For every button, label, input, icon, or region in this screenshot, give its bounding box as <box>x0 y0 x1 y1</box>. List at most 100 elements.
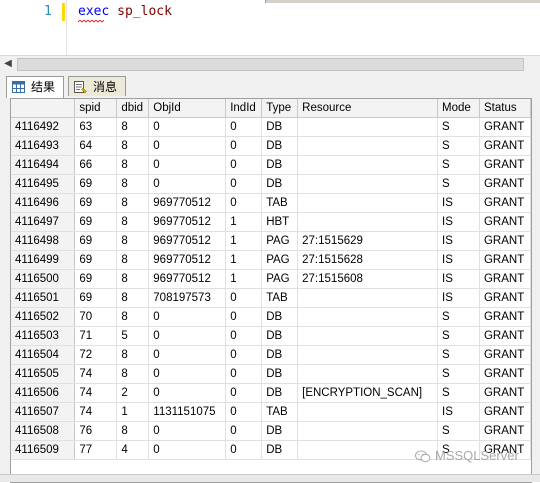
table-cell[interactable]: 0 <box>225 288 263 308</box>
table-row[interactable]: 4116506 74 2 0 0 DB [ENCRYPTION_SCAN] S GRANT <box>11 383 531 403</box>
table-cell[interactable]: IS <box>437 288 480 308</box>
table-cell[interactable]: 74 <box>74 402 118 422</box>
table-cell[interactable]: S <box>437 136 480 156</box>
table-cell[interactable]: GRANT <box>479 250 531 270</box>
table-cell[interactable]: 71 <box>74 326 118 346</box>
table-cell[interactable]: 69 <box>74 269 118 289</box>
tab-messages[interactable]: 消息 <box>68 76 126 96</box>
table-cell[interactable]: 969770512 <box>148 250 227 270</box>
table-cell[interactable] <box>297 326 439 346</box>
table-cell[interactable]: 0 <box>225 421 263 441</box>
table-cell[interactable]: GRANT <box>479 288 531 308</box>
column-header-dbid[interactable]: dbid <box>116 99 150 118</box>
table-row[interactable]: 4116495 69 8 0 0 DB S GRANT <box>11 174 531 194</box>
row-header[interactable]: 4116498 <box>11 231 76 251</box>
table-cell[interactable]: 0 <box>225 136 263 156</box>
table-cell[interactable]: 708197573 <box>148 288 227 308</box>
table-row[interactable]: 4116500 69 8 969770512 1 PAG 27:1515608 IS GRANT <box>11 269 531 289</box>
table-cell[interactable]: 8 <box>116 231 150 251</box>
table-cell[interactable]: GRANT <box>479 136 531 156</box>
table-cell[interactable]: DB <box>261 383 299 403</box>
row-header[interactable]: 4116506 <box>11 383 76 403</box>
table-cell[interactable]: S <box>437 364 480 384</box>
table-cell[interactable]: DB <box>261 326 299 346</box>
table-row[interactable]: 4116492 63 8 0 0 DB S GRANT <box>11 117 531 137</box>
table-cell[interactable]: 69 <box>74 174 118 194</box>
table-cell[interactable]: 969770512 <box>148 269 227 289</box>
table-cell[interactable]: GRANT <box>479 326 531 346</box>
table-cell[interactable]: 0 <box>148 421 227 441</box>
table-cell[interactable]: 969770512 <box>148 212 227 232</box>
table-cell[interactable]: 2 <box>116 383 150 403</box>
table-cell[interactable] <box>297 193 439 213</box>
column-header[interactable] <box>11 99 76 118</box>
column-header-mode[interactable]: Mode <box>437 99 480 118</box>
table-row[interactable]: 4116502 70 8 0 0 DB S GRANT <box>11 307 531 327</box>
table-cell[interactable]: DB <box>261 307 299 327</box>
table-cell[interactable]: 8 <box>116 193 150 213</box>
table-row[interactable]: 4116499 69 8 969770512 1 PAG 27:1515628 IS GRANT <box>11 250 531 270</box>
table-cell[interactable]: GRANT <box>479 212 531 232</box>
row-header[interactable]: 4116500 <box>11 269 76 289</box>
table-cell[interactable]: DB <box>261 364 299 384</box>
table-cell[interactable]: 5 <box>116 326 150 346</box>
table-row[interactable]: 4116504 72 8 0 0 DB S GRANT <box>11 345 531 365</box>
row-header[interactable]: 4116508 <box>11 421 76 441</box>
table-cell[interactable]: 1 <box>225 250 263 270</box>
table-cell[interactable]: 8 <box>116 136 150 156</box>
row-header[interactable]: 4116495 <box>11 174 76 194</box>
table-cell[interactable]: GRANT <box>479 345 531 365</box>
table-cell[interactable]: 0 <box>148 307 227 327</box>
table-cell[interactable] <box>297 364 439 384</box>
table-cell[interactable]: 0 <box>148 383 227 403</box>
table-cell[interactable]: 8 <box>116 155 150 175</box>
table-cell[interactable] <box>297 136 439 156</box>
table-cell[interactable]: IS <box>437 250 480 270</box>
column-header-objid[interactable]: ObjId <box>148 99 227 118</box>
table-cell[interactable]: 27:1515629 <box>297 231 439 251</box>
table-row[interactable]: 4116505 74 8 0 0 DB S GRANT <box>11 364 531 384</box>
table-cell[interactable]: GRANT <box>479 421 531 441</box>
table-cell[interactable]: HBT <box>261 212 299 232</box>
row-header[interactable]: 4116505 <box>11 364 76 384</box>
table-cell[interactable]: 8 <box>116 174 150 194</box>
results-grid[interactable]: spid dbid ObjId IndId Type Resource Mode… <box>10 98 532 483</box>
row-header[interactable]: 4116501 <box>11 288 76 308</box>
table-cell[interactable]: DB <box>261 345 299 365</box>
table-row[interactable]: 4116508 76 8 0 0 DB S GRANT <box>11 421 531 441</box>
table-cell[interactable] <box>297 421 439 441</box>
table-cell[interactable]: DB <box>261 117 299 137</box>
table-cell[interactable] <box>297 174 439 194</box>
table-cell[interactable]: 1 <box>116 402 150 422</box>
table-cell[interactable]: 0 <box>148 155 227 175</box>
table-row[interactable]: 4116507 74 1 1131151075 0 TAB IS GRANT <box>11 402 531 422</box>
table-cell[interactable]: IS <box>437 212 480 232</box>
column-header-spid[interactable]: spid <box>74 99 118 118</box>
query-editor[interactable]: 1 exec sp_lock <box>0 0 540 56</box>
table-cell[interactable]: GRANT <box>479 269 531 289</box>
row-header[interactable]: 4116507 <box>11 402 76 422</box>
table-row[interactable]: 4116498 69 8 969770512 1 PAG 27:1515629 IS GRANT <box>11 231 531 251</box>
table-cell[interactable]: 0 <box>148 136 227 156</box>
table-cell[interactable]: S <box>437 421 480 441</box>
table-cell[interactable]: 69 <box>74 231 118 251</box>
table-row[interactable]: 4116501 69 8 708197573 0 TAB IS GRANT <box>11 288 531 308</box>
table-cell[interactable]: 1 <box>225 212 263 232</box>
table-cell[interactable]: 72 <box>74 345 118 365</box>
table-cell[interactable]: 70 <box>74 307 118 327</box>
table-cell[interactable]: GRANT <box>479 383 531 403</box>
table-cell[interactable]: [ENCRYPTION_SCAN] <box>297 383 439 403</box>
table-cell[interactable]: IS <box>437 269 480 289</box>
table-cell[interactable]: 8 <box>116 117 150 137</box>
editor-horizontal-scrollbar[interactable]: ◀ <box>0 55 540 72</box>
table-cell[interactable]: 27:1515628 <box>297 250 439 270</box>
table-cell[interactable]: S <box>437 307 480 327</box>
table-cell[interactable]: PAG <box>261 250 299 270</box>
table-cell[interactable]: 27:1515608 <box>297 269 439 289</box>
table-cell[interactable]: 8 <box>116 345 150 365</box>
table-cell[interactable] <box>297 307 439 327</box>
table-cell[interactable]: 69 <box>74 193 118 213</box>
table-cell[interactable]: IS <box>437 231 480 251</box>
table-cell[interactable]: 77 <box>74 440 118 460</box>
row-header[interactable]: 4116499 <box>11 250 76 270</box>
